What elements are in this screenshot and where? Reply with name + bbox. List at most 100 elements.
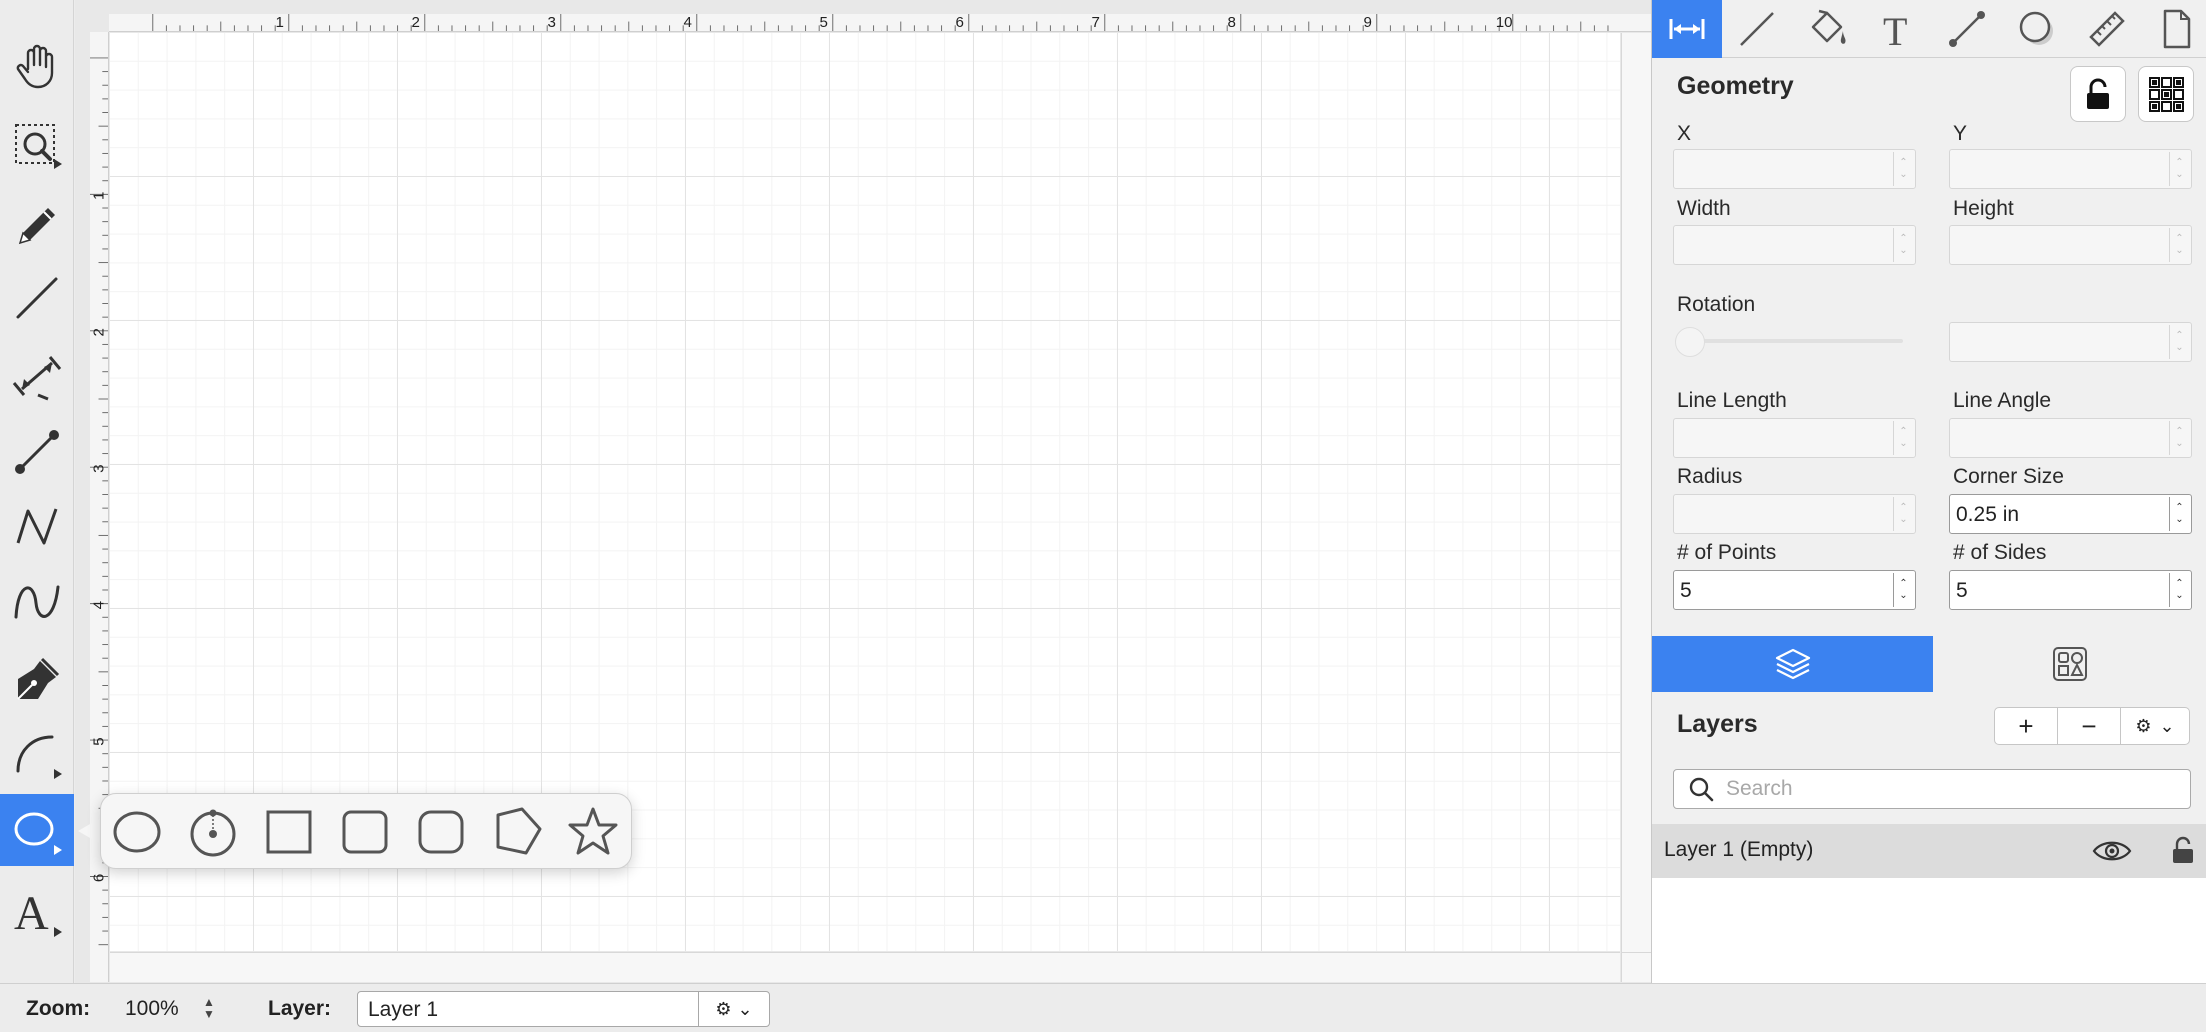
tab-shape-library[interactable] (1933, 636, 2206, 692)
paint-bucket-icon (1811, 9, 1846, 44)
gear-icon: ⚙ (2135, 715, 2152, 736)
connector-icon (15, 430, 59, 474)
width-stepper[interactable]: ⌃ ⌄ (1893, 228, 1913, 262)
corner-size-value: 0.25 in (1956, 503, 2020, 526)
chevron-down-icon: ⌄ (2159, 715, 2175, 736)
rotation-slider-knob[interactable] (1675, 327, 1705, 357)
rounded-rectangle-button[interactable] (335, 804, 395, 860)
arc-tool-button[interactable] (0, 718, 74, 790)
height-field[interactable]: ⌃ ⌄ (1949, 225, 2192, 265)
sides-field[interactable]: 5 ⌃ ⌄ (1949, 570, 2192, 610)
remove-layer-button[interactable]: − (2058, 708, 2121, 744)
pen-tool-button[interactable] (0, 644, 74, 716)
y-stepper[interactable]: ⌃ ⌄ (2169, 152, 2189, 186)
polygon-shape-button[interactable] (487, 804, 547, 860)
width-field[interactable]: ⌃ ⌄ (1673, 225, 1916, 265)
tab-measure[interactable] (2072, 0, 2142, 58)
dimension-icon (12, 356, 62, 401)
horizontal-scrollbar[interactable] (110, 952, 1620, 982)
radius-stepper[interactable]: ⌃ ⌄ (1893, 497, 1913, 531)
height-stepper[interactable]: ⌃ ⌄ (2169, 228, 2189, 262)
rotation-label: Rotation (1677, 293, 1756, 316)
polyline-tool-button[interactable] (0, 490, 74, 562)
rotation-stepper[interactable]: ⌃ ⌄ (2169, 325, 2189, 359)
tab-geometry[interactable] (1652, 0, 1722, 58)
dimension-tool-button[interactable] (0, 340, 74, 412)
rounded-square-button[interactable] (411, 804, 471, 860)
tab-layers[interactable] (1652, 636, 1933, 692)
corner-size-stepper[interactable]: ⌃ ⌄ (2169, 497, 2189, 531)
ruler-label: 2 (90, 328, 107, 336)
text-icon: A (14, 887, 62, 939)
rectangle-shape-button[interactable] (259, 804, 319, 860)
text-tool-button[interactable]: A (0, 876, 74, 948)
current-layer-field[interactable]: Layer 1 (357, 991, 699, 1027)
layer-row[interactable]: Layer 1 (Empty) (1652, 824, 2206, 878)
tab-shadow[interactable] (2002, 0, 2072, 58)
svg-text:A: A (14, 887, 49, 939)
grid-icon (2149, 77, 2184, 112)
points-value: 5 (1680, 579, 1692, 602)
tab-connector[interactable] (1932, 0, 2002, 58)
tab-fill[interactable] (1792, 0, 1862, 58)
lock-icon (2087, 78, 2109, 109)
points-stepper[interactable]: ⌃ ⌄ (1893, 573, 1913, 607)
radius-field[interactable]: ⌃ ⌄ (1673, 494, 1916, 534)
connector-tool-button[interactable] (0, 416, 74, 488)
x-field[interactable]: ⌃ ⌄ (1673, 149, 1916, 189)
eye-icon[interactable] (2092, 838, 2132, 864)
snap-grid-button[interactable] (2138, 66, 2194, 122)
sides-value: 5 (1956, 579, 1968, 602)
sides-stepper[interactable]: ⌃ ⌄ (2169, 573, 2189, 607)
x-stepper[interactable]: ⌃ ⌄ (1893, 152, 1913, 186)
layer-name: Layer 1 (Empty) (1664, 838, 1814, 861)
line-length-field[interactable]: ⌃ ⌄ (1673, 418, 1916, 458)
document-icon (2163, 9, 2191, 49)
zoom-stepper-icon[interactable]: ▲ ▼ (203, 996, 215, 1020)
y-label: Y (1953, 122, 1968, 145)
line-icon (16, 277, 58, 319)
circle-from-center-button[interactable] (183, 804, 243, 860)
add-layer-button[interactable]: + (1995, 708, 2058, 744)
ruler-label: 9 (1364, 14, 1372, 31)
pencil-tool-button[interactable] (0, 190, 74, 262)
zoom-tool-button[interactable] (0, 110, 74, 182)
points-field[interactable]: 5 ⌃ ⌄ (1673, 570, 1916, 610)
layer-lock-icon[interactable] (2171, 835, 2195, 865)
lock-button[interactable] (2070, 66, 2126, 122)
curve-tool-button[interactable] (0, 566, 74, 638)
x-label: X (1677, 122, 1692, 145)
search-placeholder: Search (1726, 777, 1793, 800)
layer-search-input[interactable]: Search (1673, 769, 2191, 809)
line-angle-field[interactable]: ⌃ ⌄ (1949, 418, 2192, 458)
layer-gear-menu-button[interactable]: ⚙ ⌄ (698, 991, 770, 1027)
rotation-field[interactable]: ⌃ ⌄ (1949, 322, 2192, 362)
star-shape-button[interactable] (563, 804, 623, 860)
circle-center-icon (190, 809, 236, 857)
ruler-label: 10 (1496, 14, 1513, 31)
y-field[interactable]: ⌃ ⌄ (1949, 149, 2192, 189)
corner-size-label: Corner Size (1953, 465, 2064, 488)
corner-size-field[interactable]: 0.25 in ⌃ ⌄ (1949, 494, 2192, 534)
height-label: Height (1953, 197, 2014, 220)
ruler-label: 5 (90, 737, 107, 745)
tab-document[interactable] (2142, 0, 2206, 58)
line-angle-stepper[interactable]: ⌃ ⌄ (2169, 421, 2189, 455)
line-length-stepper[interactable]: ⌃ ⌄ (1893, 421, 1913, 455)
tab-line[interactable] (1722, 0, 1792, 58)
layer-list-area (1652, 878, 2206, 983)
zoom-value[interactable]: 100% (125, 997, 179, 1021)
zoom-icon (15, 124, 62, 169)
inspector-tabs: T (1652, 0, 2206, 58)
shape-tool-button[interactable] (0, 794, 74, 866)
line-tool-button[interactable] (0, 262, 74, 334)
vertical-scrollbar[interactable] (1621, 33, 1651, 952)
layer-options-button[interactable]: ⚙ ⌄ (2121, 708, 2189, 744)
ellipse-shape-button[interactable] (107, 804, 167, 860)
tools-toolbar: A (0, 0, 74, 983)
hand-tool-button[interactable] (0, 30, 74, 102)
arc-icon (16, 735, 62, 779)
tab-text[interactable]: T (1862, 0, 1932, 58)
rotation-slider-track[interactable] (1675, 339, 1903, 343)
bottom-panel-tabs (1652, 636, 2206, 692)
